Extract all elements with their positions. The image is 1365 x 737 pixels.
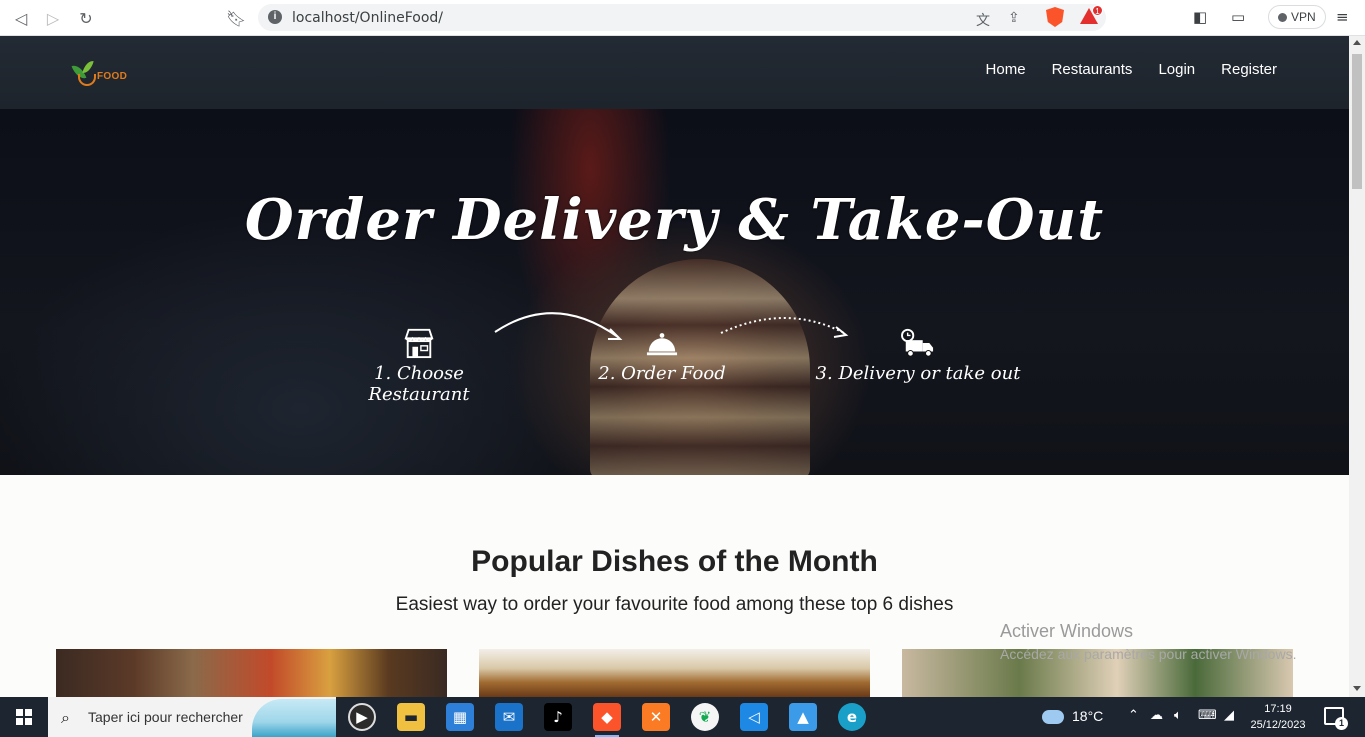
system-clock[interactable]: 17:19 25/12/2023 bbox=[1248, 701, 1308, 733]
site-logo[interactable]: FOOD bbox=[71, 58, 132, 92]
microsoft-store-icon[interactable]: ▦ bbox=[446, 703, 474, 731]
page-scrollbar[interactable] bbox=[1349, 36, 1365, 697]
leaf-icon bbox=[82, 59, 94, 75]
menu-icon[interactable]: ≡ bbox=[1336, 8, 1349, 26]
search-placeholder: Taper ici pour rechercher bbox=[88, 709, 243, 725]
step-delivery: 3. Delivery or take out bbox=[808, 327, 1028, 384]
onedrive-icon[interactable]: ☁ bbox=[1150, 708, 1163, 723]
reload-icon[interactable]: ↻ bbox=[75, 7, 97, 29]
step-choose-restaurant: 1. Choose Restaurant bbox=[322, 327, 516, 405]
chevron-up-icon[interactable]: ⌃ bbox=[1128, 708, 1139, 723]
share-icon[interactable]: ⇪ bbox=[1008, 10, 1020, 26]
storefront-icon bbox=[404, 328, 434, 359]
nav-restaurants[interactable]: Restaurants bbox=[1052, 61, 1133, 78]
weather-widget[interactable]: 18°C bbox=[1042, 708, 1104, 725]
rewards-badge: 1 bbox=[1092, 5, 1103, 16]
nav-register[interactable]: Register bbox=[1221, 61, 1277, 78]
search-icon: ⌕ bbox=[61, 708, 70, 727]
nav-home[interactable]: Home bbox=[986, 61, 1026, 78]
browser-toolbar: ◁ ▷ ↻ 🔖︎ i localhost/OnlineFood/ 文 ⇪ 1 ◧… bbox=[0, 0, 1365, 36]
clock-time: 17:19 bbox=[1264, 703, 1292, 715]
tiktok-icon[interactable]: ♪ bbox=[544, 703, 572, 731]
keyboard-icon[interactable]: ⌨ bbox=[1198, 708, 1217, 723]
page-viewport: FOOD Home Restaurants Login Register Ord… bbox=[0, 36, 1349, 697]
translate-icon[interactable]: 文 bbox=[976, 10, 990, 30]
step-label: 3. Delivery or take out bbox=[815, 363, 1021, 384]
windows-taskbar: ⌕ Taper ici pour rechercher ▶ ▬ ▦ ✉ ♪ ◆ … bbox=[0, 697, 1365, 737]
swoosh-icon bbox=[78, 74, 96, 86]
site-info-icon[interactable]: i bbox=[268, 10, 282, 24]
delivery-truck-icon bbox=[901, 328, 934, 357]
section-subtitle: Easiest way to order your favourite food… bbox=[395, 594, 954, 615]
step-label: 2. Order Food bbox=[598, 363, 726, 384]
bookmark-icon[interactable]: 🔖︎ bbox=[225, 7, 247, 29]
media-player-icon[interactable]: ▶ bbox=[348, 703, 376, 731]
xampp-icon[interactable]: ✕ bbox=[642, 703, 670, 731]
mail-icon[interactable]: ✉ bbox=[495, 703, 523, 731]
popular-dishes-section: Popular Dishes of the Month Easiest way … bbox=[0, 475, 1349, 697]
vpn-button[interactable]: VPN bbox=[1268, 5, 1326, 29]
file-explorer-icon[interactable]: ▬ bbox=[397, 703, 425, 731]
cloud-icon bbox=[1042, 710, 1064, 725]
logo-text: FOOD bbox=[97, 71, 128, 82]
nav-login[interactable]: Login bbox=[1158, 61, 1195, 78]
weather-temp: 18°C bbox=[1072, 708, 1104, 724]
brave-icon[interactable]: ◆ bbox=[593, 703, 621, 737]
section-title: Popular Dishes of the Month bbox=[471, 545, 878, 578]
scroll-up-icon[interactable] bbox=[1353, 40, 1361, 45]
sidebar-icon[interactable]: ◧ bbox=[1193, 8, 1207, 26]
step-order-food: 2. Order Food bbox=[596, 327, 728, 384]
clock-date: 25/12/2023 bbox=[1250, 719, 1306, 731]
forward-icon[interactable]: ▷ bbox=[42, 7, 64, 29]
hero-title: Order Delivery & Take-Out bbox=[244, 187, 1105, 253]
taskbar-search[interactable]: ⌕ Taper ici pour rechercher bbox=[48, 697, 336, 737]
wallet-icon[interactable]: ▭ bbox=[1231, 8, 1245, 26]
scroll-down-icon[interactable] bbox=[1353, 686, 1361, 691]
url-text[interactable]: localhost/OnlineFood/ bbox=[292, 10, 443, 26]
site-header: FOOD Home Restaurants Login Register bbox=[0, 36, 1349, 109]
step-label: 1. Choose Restaurant bbox=[368, 363, 470, 405]
mongodb-compass-icon[interactable]: ❦ bbox=[691, 703, 719, 731]
address-bar[interactable]: i localhost/OnlineFood/ 文 ⇪ bbox=[258, 4, 1106, 31]
cloche-icon bbox=[646, 333, 678, 356]
windows-activation-subtitle: Accédez aux paramètres pour activer Wind… bbox=[1000, 646, 1297, 662]
wifi-icon[interactable]: ◢ bbox=[1224, 708, 1234, 723]
volume-icon[interactable]: 🔈︎ bbox=[1174, 708, 1182, 723]
search-highlight-image bbox=[252, 699, 336, 737]
edge-icon[interactable]: e bbox=[838, 703, 866, 731]
dish-card-image[interactable] bbox=[56, 649, 447, 697]
dish-card-image[interactable] bbox=[479, 649, 870, 697]
vscode-icon[interactable]: ◁ bbox=[740, 703, 768, 731]
photos-icon[interactable]: ▲ bbox=[789, 703, 817, 731]
windows-start-icon[interactable] bbox=[16, 709, 32, 725]
scrollbar-thumb[interactable] bbox=[1352, 54, 1362, 189]
windows-activation-title: Activer Windows bbox=[1000, 621, 1134, 641]
hero-banner: Order Delivery & Take-Out 1. Choose Rest… bbox=[0, 109, 1349, 475]
notification-badge: 1 bbox=[1335, 717, 1348, 730]
back-icon[interactable]: ◁ bbox=[10, 7, 32, 29]
main-nav: Home Restaurants Login Register bbox=[986, 61, 1277, 78]
